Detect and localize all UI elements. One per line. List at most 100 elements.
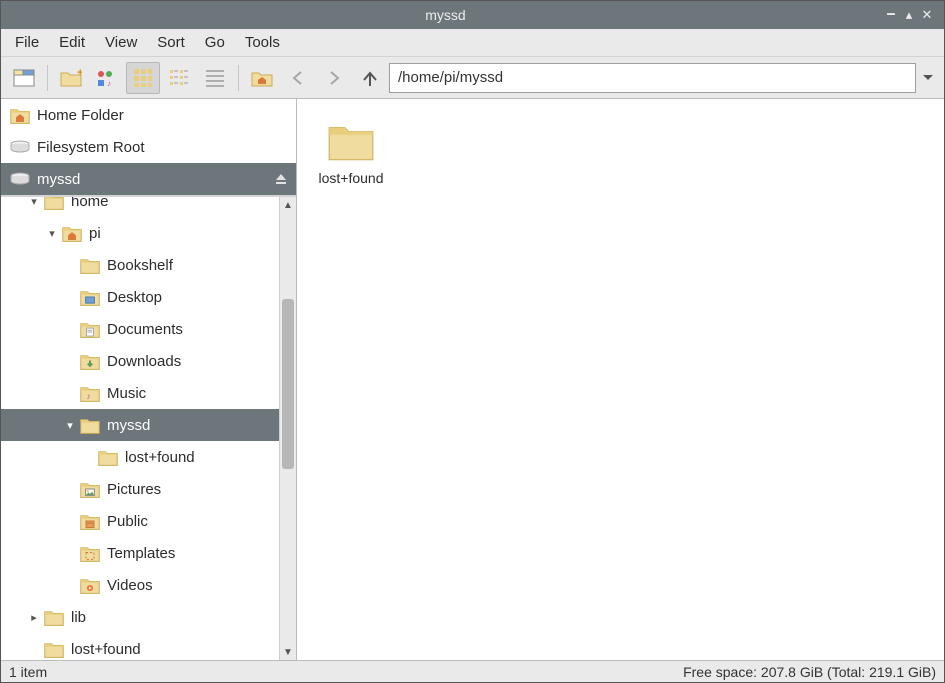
downloads-folder-icon [79, 350, 101, 372]
status-left: 1 item [9, 664, 47, 680]
up-button[interactable] [353, 62, 387, 94]
scroll-down-button[interactable]: ▼ [280, 644, 296, 660]
tree-item-pi[interactable]: ▾ pi [1, 217, 279, 249]
tree-scrollbar[interactable]: ▲ ▼ [279, 197, 296, 660]
maximize-button[interactable]: ▴ [900, 7, 918, 23]
place-label: Home Folder [37, 107, 124, 124]
compact-view-button[interactable] [162, 62, 196, 94]
close-button[interactable]: ✕ [918, 7, 936, 23]
menu-file[interactable]: File [7, 31, 47, 54]
videos-folder-icon [79, 574, 101, 596]
tree-label: Music [107, 385, 146, 402]
tree-item-lost-found[interactable]: lost+found [1, 633, 279, 660]
folder-icon [79, 254, 101, 276]
place-myssd[interactable]: myssd [1, 163, 296, 195]
toolbar: + ♪ [1, 57, 944, 99]
details-icon [205, 68, 225, 88]
drive-icon [9, 171, 31, 187]
tree-label: Templates [107, 545, 175, 562]
place-filesystem-root[interactable]: Filesystem Root [1, 131, 296, 163]
pictures-folder-icon [79, 478, 101, 500]
main-body: Home Folder Filesystem Root myssd ▾ home ▾ pi… [1, 99, 944, 660]
icon-view-button[interactable] [126, 62, 160, 94]
svg-text:♪: ♪ [107, 79, 111, 88]
file-manager-window: myssd 🗕 ▴ ✕ FileEditViewSortGoTools + ♪ [0, 0, 945, 683]
new-tab-button[interactable] [7, 62, 41, 94]
sidebar: Home Folder Filesystem Root myssd ▾ home ▾ pi… [1, 99, 297, 660]
home-button[interactable] [245, 62, 279, 94]
detailed-view-button[interactable] [198, 62, 232, 94]
eject-icon[interactable] [274, 172, 288, 186]
menu-tools[interactable]: Tools [237, 31, 288, 54]
tree-item-music[interactable]: ♪ Music [1, 377, 279, 409]
tree-item-templates[interactable]: Templates [1, 537, 279, 569]
titlebar[interactable]: myssd 🗕 ▴ ✕ [1, 1, 944, 29]
public-folder-icon [79, 510, 101, 532]
tree-expander[interactable]: ▾ [27, 197, 41, 208]
back-button[interactable] [281, 62, 315, 94]
home-folder-icon [9, 104, 31, 126]
folder-icon [325, 114, 377, 166]
folder-icon [79, 414, 101, 436]
path-input[interactable] [389, 63, 916, 93]
window-icon [13, 69, 35, 87]
tree-expander[interactable]: ▸ [27, 611, 41, 624]
folder-plus-icon: + [60, 68, 82, 88]
file-view[interactable]: lost+found [297, 99, 944, 660]
tree-item-videos[interactable]: Videos [1, 569, 279, 601]
new-folder-button[interactable]: + [54, 62, 88, 94]
tree-label: Downloads [107, 353, 181, 370]
drive-icon [9, 139, 31, 155]
menu-sort[interactable]: Sort [149, 31, 193, 54]
chevron-down-icon [923, 75, 933, 81]
tree-label: lost+found [71, 641, 141, 658]
directory-tree[interactable]: ▾ home ▾ pi Bookshelf Desktop Documents Downloa… [1, 197, 279, 660]
place-label: myssd [37, 171, 80, 188]
tree-item-public[interactable]: Public [1, 505, 279, 537]
file-item-lost-found[interactable]: lost+found [309, 109, 393, 191]
svg-text:♪: ♪ [86, 391, 90, 401]
arrow-left-icon [288, 68, 308, 88]
tree-item-home[interactable]: ▾ home [1, 197, 279, 217]
grid-icon [133, 68, 153, 88]
docs-folder-icon [79, 318, 101, 340]
menu-edit[interactable]: Edit [51, 31, 93, 54]
path-history-dropdown[interactable] [918, 63, 938, 93]
tree-label: Bookshelf [107, 257, 173, 274]
tree-label: Desktop [107, 289, 162, 306]
minimize-button[interactable]: 🗕 [882, 4, 900, 26]
scroll-up-button[interactable]: ▲ [280, 197, 296, 213]
tree-item-downloads[interactable]: Downloads [1, 345, 279, 377]
tree-item-desktop[interactable]: Desktop [1, 281, 279, 313]
tree-label: myssd [107, 417, 150, 434]
music-folder-icon: ♪ [79, 382, 101, 404]
tree-item-documents[interactable]: Documents [1, 313, 279, 345]
tree-item-lost-found[interactable]: lost+found [1, 441, 279, 473]
tree-label: pi [89, 225, 101, 242]
file-label: lost+found [319, 170, 384, 186]
menu-view[interactable]: View [97, 31, 145, 54]
status-right: Free space: 207.8 GiB (Total: 219.1 GiB) [683, 664, 936, 680]
arrow-up-icon [360, 68, 380, 88]
scrollbar-thumb[interactable] [282, 299, 294, 469]
home-folder-icon [61, 222, 83, 244]
tree-item-bookshelf[interactable]: Bookshelf [1, 249, 279, 281]
folder-icon [97, 446, 119, 468]
window-title: myssd [9, 7, 882, 23]
tree-item-pictures[interactable]: Pictures [1, 473, 279, 505]
tree-expander[interactable]: ▾ [45, 227, 59, 240]
folder-icon [43, 197, 65, 212]
forward-button[interactable] [317, 62, 351, 94]
tree-label: lost+found [125, 449, 195, 466]
tree-label: home [71, 197, 109, 210]
menu-go[interactable]: Go [197, 31, 233, 54]
view-mixed-button[interactable]: ♪ [90, 62, 124, 94]
place-home-folder[interactable]: Home Folder [1, 99, 296, 131]
svg-text:+: + [77, 68, 82, 79]
mixed-view-icon: ♪ [96, 68, 118, 88]
tree-expander[interactable]: ▾ [63, 419, 77, 432]
tree-panel: ▾ home ▾ pi Bookshelf Desktop Documents Downloa… [1, 196, 296, 660]
tree-item-myssd[interactable]: ▾ myssd [1, 409, 279, 441]
tree-item-lib[interactable]: ▸lib [1, 601, 279, 633]
tree-label: Pictures [107, 481, 161, 498]
